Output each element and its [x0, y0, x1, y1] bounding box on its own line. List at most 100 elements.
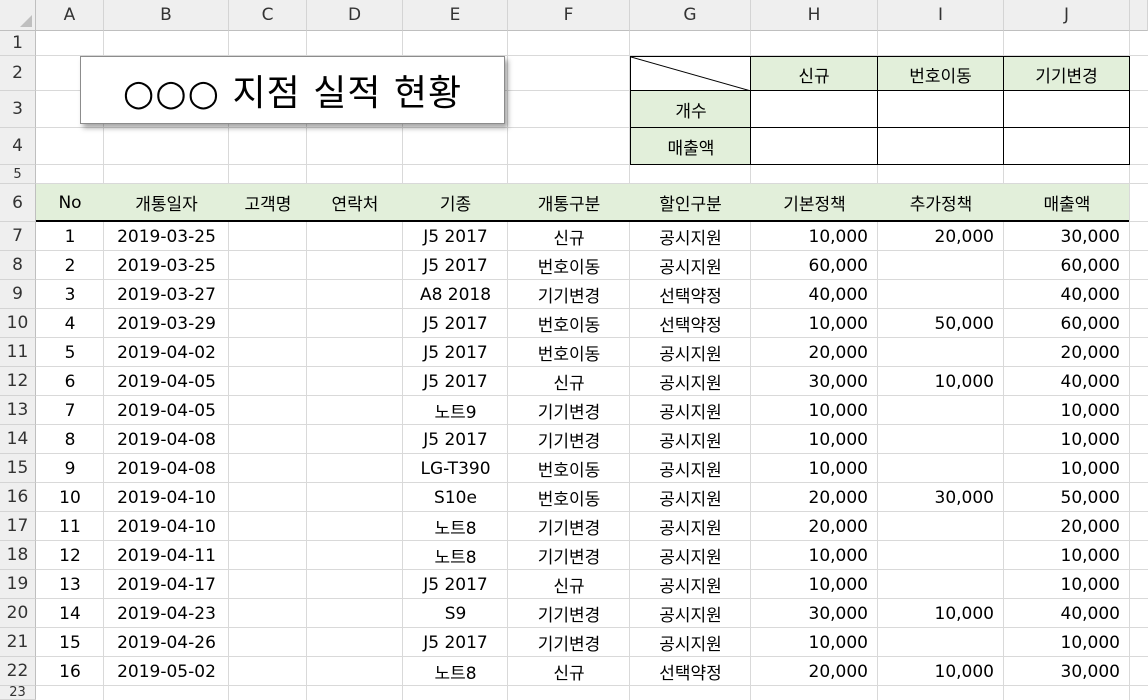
table-header-cell[interactable]: 기본정책	[751, 184, 878, 221]
summary-row-label[interactable]: 매출액	[630, 127, 752, 165]
table-cell[interactable]	[307, 454, 403, 483]
column-header-j[interactable]: J	[1004, 0, 1130, 31]
summary-value-cell[interactable]	[877, 127, 1004, 165]
table-cell[interactable]: 8	[36, 425, 104, 454]
table-cell[interactable]: 2019-03-25	[104, 222, 229, 251]
table-cell[interactable]: 60,000	[1004, 309, 1130, 338]
table-header-cell[interactable]: 추가정책	[878, 184, 1004, 221]
column-header-k[interactable]	[1130, 0, 1148, 31]
row-header-2[interactable]: 2	[0, 56, 36, 91]
table-cell[interactable]	[229, 628, 307, 657]
table-cell[interactable]: 10,000	[751, 541, 878, 570]
table-cell[interactable]	[229, 483, 307, 512]
table-cell[interactable]: 번호이동	[508, 309, 630, 338]
table-cell[interactable]: 공시지원	[630, 425, 751, 454]
table-cell[interactable]: 2019-04-10	[104, 483, 229, 512]
row-header-17[interactable]: 17	[0, 512, 36, 541]
summary-header-cell[interactable]: 신규	[750, 56, 878, 92]
table-cell[interactable]: 15	[36, 628, 104, 657]
table-cell[interactable]: 2019-04-02	[104, 338, 229, 367]
table-cell[interactable]	[307, 280, 403, 309]
table-cell[interactable]: S9	[403, 599, 508, 628]
table-header-cell[interactable]: 할인구분	[630, 184, 751, 221]
table-cell[interactable]	[229, 425, 307, 454]
table-cell[interactable]: 공시지원	[630, 338, 751, 367]
row-header-13[interactable]: 13	[0, 396, 36, 425]
table-cell[interactable]	[307, 425, 403, 454]
table-cell[interactable]: 공시지원	[630, 251, 751, 280]
table-cell[interactable]	[878, 512, 1004, 541]
table-cell[interactable]: 20,000	[1004, 338, 1130, 367]
table-cell[interactable]: 신규	[508, 367, 630, 396]
table-cell[interactable]: 2	[36, 251, 104, 280]
table-cell[interactable]: 공시지원	[630, 512, 751, 541]
column-header-h[interactable]: H	[751, 0, 878, 31]
table-cell[interactable]: 번호이동	[508, 251, 630, 280]
column-header-g[interactable]: G	[630, 0, 751, 31]
table-cell[interactable]: 20,000	[751, 338, 878, 367]
table-cell[interactable]: 기기변경	[508, 541, 630, 570]
table-cell[interactable]: 공시지원	[630, 483, 751, 512]
table-cell[interactable]	[229, 367, 307, 396]
table-cell[interactable]: 노트8	[403, 512, 508, 541]
row-header-12[interactable]: 12	[0, 367, 36, 396]
row-header-21[interactable]: 21	[0, 628, 36, 657]
table-cell[interactable]: 14	[36, 599, 104, 628]
table-cell[interactable]: A8 2018	[403, 280, 508, 309]
select-all-corner[interactable]	[0, 0, 36, 31]
table-cell[interactable]: 4	[36, 309, 104, 338]
table-cell[interactable]: 1	[36, 222, 104, 251]
row-header-1[interactable]: 1	[0, 31, 36, 56]
table-cell[interactable]: 10,000	[751, 222, 878, 251]
table-cell[interactable]	[229, 599, 307, 628]
table-cell[interactable]: J5 2017	[403, 367, 508, 396]
table-cell[interactable]: J5 2017	[403, 309, 508, 338]
table-cell[interactable]: 40,000	[1004, 367, 1130, 396]
table-cell[interactable]: 10,000	[1004, 570, 1130, 599]
table-header-cell[interactable]: 기종	[403, 184, 508, 221]
table-cell[interactable]: 공시지원	[630, 396, 751, 425]
column-header-e[interactable]: E	[403, 0, 508, 31]
table-cell[interactable]: 30,000	[878, 483, 1004, 512]
table-cell[interactable]: 20,000	[751, 657, 878, 686]
table-cell[interactable]: 기기변경	[508, 599, 630, 628]
table-cell[interactable]: LG-T390	[403, 454, 508, 483]
table-cell[interactable]: 10,000	[751, 454, 878, 483]
table-cell[interactable]: 2019-05-02	[104, 657, 229, 686]
table-cell[interactable]: 30,000	[1004, 657, 1130, 686]
table-cell[interactable]: 50,000	[1004, 483, 1130, 512]
table-cell[interactable]: 10,000	[1004, 454, 1130, 483]
table-cell[interactable]: 10,000	[878, 367, 1004, 396]
table-cell[interactable]	[307, 396, 403, 425]
table-cell[interactable]	[307, 599, 403, 628]
table-cell[interactable]: 기기변경	[508, 512, 630, 541]
table-cell[interactable]	[307, 541, 403, 570]
table-cell[interactable]: 2019-04-26	[104, 628, 229, 657]
table-header-cell[interactable]: 개통구분	[508, 184, 630, 221]
table-cell[interactable]	[229, 396, 307, 425]
table-cell[interactable]: 선택약정	[630, 280, 751, 309]
table-cell[interactable]	[229, 222, 307, 251]
table-cell[interactable]: 2019-03-25	[104, 251, 229, 280]
table-cell[interactable]	[229, 512, 307, 541]
summary-corner-cell[interactable]	[630, 56, 752, 92]
row-header-8[interactable]: 8	[0, 251, 36, 280]
column-header-b[interactable]: B	[104, 0, 229, 31]
row-header-9[interactable]: 9	[0, 280, 36, 309]
table-cell[interactable]	[878, 280, 1004, 309]
row-header-10[interactable]: 10	[0, 309, 36, 338]
table-cell[interactable]: 2019-03-27	[104, 280, 229, 309]
table-cell[interactable]: J5 2017	[403, 570, 508, 599]
table-cell[interactable]: 노트9	[403, 396, 508, 425]
table-cell[interactable]: 10,000	[751, 570, 878, 599]
table-cell[interactable]: 공시지원	[630, 367, 751, 396]
table-cell[interactable]: 10,000	[751, 309, 878, 338]
table-cell[interactable]: 11	[36, 512, 104, 541]
table-cell[interactable]: 공시지원	[630, 570, 751, 599]
table-cell[interactable]: 5	[36, 338, 104, 367]
column-header-d[interactable]: D	[307, 0, 403, 31]
table-cell[interactable]: 9	[36, 454, 104, 483]
table-cell[interactable]: 10,000	[751, 628, 878, 657]
table-cell[interactable]: 2019-04-23	[104, 599, 229, 628]
table-cell[interactable]	[229, 280, 307, 309]
